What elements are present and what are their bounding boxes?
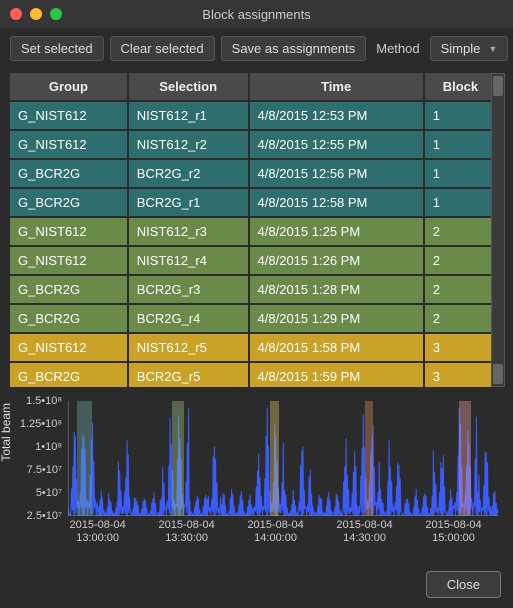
cell-block: 2 — [425, 218, 498, 247]
minimize-window-icon[interactable] — [30, 8, 42, 20]
table-row[interactable]: G_NIST612NIST612_r54/8/2015 1:58 PM3 — [10, 334, 498, 363]
ytick: 1.5•10⁸ — [26, 395, 62, 407]
col-block[interactable]: Block — [425, 73, 498, 102]
xtick: 2015-08-0414:30:00 — [336, 519, 392, 545]
block-band — [459, 401, 471, 516]
col-time[interactable]: Time — [250, 73, 425, 102]
method-select[interactable]: Simple ▼ — [430, 36, 509, 61]
clear-selected-button[interactable]: Clear selected — [110, 36, 215, 61]
cell-group: G_BCR2G — [10, 189, 129, 218]
chevron-down-icon: ▼ — [488, 44, 497, 54]
xtick: 2015-08-0413:00:00 — [70, 519, 126, 545]
cell-group: G_BCR2G — [10, 363, 129, 387]
toolbar: Set selected Clear selected Save as assi… — [0, 28, 513, 69]
cell-selection: NIST612_r4 — [129, 247, 250, 276]
cell-selection: BCR2G_r1 — [129, 189, 250, 218]
col-group[interactable]: Group — [10, 73, 129, 102]
block-band — [77, 401, 92, 516]
method-value: Simple — [441, 41, 481, 56]
xtick: 2015-08-0414:00:00 — [247, 519, 303, 545]
cell-block: 2 — [425, 276, 498, 305]
table-row[interactable]: G_BCR2GBCR2G_r14/8/2015 12:58 PM1 — [10, 189, 498, 218]
cell-block: 1 — [425, 102, 498, 131]
block-band — [270, 401, 279, 516]
table-row[interactable]: G_BCR2GBCR2G_r34/8/2015 1:28 PM2 — [10, 276, 498, 305]
ytick: 7.5•10⁷ — [27, 464, 62, 476]
xtick: 2015-08-0413:30:00 — [158, 519, 214, 545]
cell-time: 4/8/2015 1:29 PM — [250, 305, 425, 334]
cell-selection: NIST612_r2 — [129, 131, 250, 160]
cell-block: 3 — [425, 334, 498, 363]
table-row[interactable]: G_NIST612NIST612_r34/8/2015 1:25 PM2 — [10, 218, 498, 247]
cell-group: G_BCR2G — [10, 276, 129, 305]
cell-block: 2 — [425, 305, 498, 334]
block-band — [365, 401, 374, 516]
cell-group: G_NIST612 — [10, 334, 129, 363]
cell-block: 2 — [425, 247, 498, 276]
ytick: 2.5•10⁷ — [27, 510, 62, 522]
ytick: 1•10⁸ — [35, 441, 62, 453]
close-window-icon[interactable] — [10, 8, 22, 20]
series-line — [68, 407, 498, 516]
cell-time: 4/8/2015 12:56 PM — [250, 160, 425, 189]
cell-selection: NIST612_r3 — [129, 218, 250, 247]
assignments-table[interactable]: GroupSelectionTimeBlock G_NIST612NIST612… — [10, 73, 498, 387]
cell-selection: NIST612_r5 — [129, 334, 250, 363]
cell-time: 4/8/2015 1:59 PM — [250, 363, 425, 387]
table-row[interactable]: G_BCR2GBCR2G_r44/8/2015 1:29 PM2 — [10, 305, 498, 334]
block-band — [172, 401, 184, 516]
col-selection[interactable]: Selection — [129, 73, 250, 102]
cell-time: 4/8/2015 1:28 PM — [250, 276, 425, 305]
cell-selection: BCR2G_r3 — [129, 276, 250, 305]
ytick: 1.25•10⁸ — [20, 418, 62, 430]
cell-selection: NIST612_r1 — [129, 102, 250, 131]
cell-time: 4/8/2015 1:26 PM — [250, 247, 425, 276]
window-title: Block assignments — [0, 7, 513, 22]
cell-selection: BCR2G_r4 — [129, 305, 250, 334]
cell-selection: BCR2G_r2 — [129, 160, 250, 189]
cell-group: G_BCR2G — [10, 160, 129, 189]
set-selected-button[interactable]: Set selected — [10, 36, 104, 61]
cell-time: 4/8/2015 12:58 PM — [250, 189, 425, 218]
scroll-down-button[interactable] — [493, 364, 503, 384]
cell-group: G_NIST612 — [10, 102, 129, 131]
xtick: 2015-08-0415:00:00 — [425, 519, 481, 545]
maximize-window-icon[interactable] — [50, 8, 62, 20]
ytick: 5•10⁷ — [36, 487, 62, 499]
close-button[interactable]: Close — [426, 571, 501, 598]
cell-time: 4/8/2015 1:25 PM — [250, 218, 425, 247]
table-row[interactable]: G_NIST612NIST612_r44/8/2015 1:26 PM2 — [10, 247, 498, 276]
cell-block: 1 — [425, 131, 498, 160]
cell-time: 4/8/2015 12:55 PM — [250, 131, 425, 160]
cell-block: 1 — [425, 189, 498, 218]
cell-time: 4/8/2015 1:58 PM — [250, 334, 425, 363]
cell-group: G_BCR2G — [10, 305, 129, 334]
table-row[interactable]: G_BCR2GBCR2G_r54/8/2015 1:59 PM3 — [10, 363, 498, 387]
table-row[interactable]: G_BCR2GBCR2G_r24/8/2015 12:56 PM1 — [10, 160, 498, 189]
table-row[interactable]: G_NIST612NIST612_r14/8/2015 12:53 PM1 — [10, 102, 498, 131]
cell-group: G_NIST612 — [10, 218, 129, 247]
cell-group: G_NIST612 — [10, 131, 129, 160]
cell-selection: BCR2G_r5 — [129, 363, 250, 387]
cell-block: 3 — [425, 363, 498, 387]
scroll-up-button[interactable] — [493, 76, 503, 96]
method-label: Method — [372, 41, 423, 56]
cell-time: 4/8/2015 12:53 PM — [250, 102, 425, 131]
cell-block: 1 — [425, 160, 498, 189]
total-beam-chart: Total beam 2.5•10⁷5•10⁷7.5•10⁷1•10⁸1.25•… — [10, 399, 503, 569]
save-assignments-button[interactable]: Save as assignments — [221, 36, 367, 61]
table-scrollbar[interactable] — [491, 73, 505, 387]
cell-group: G_NIST612 — [10, 247, 129, 276]
table-row[interactable]: G_NIST612NIST612_r24/8/2015 12:55 PM1 — [10, 131, 498, 160]
